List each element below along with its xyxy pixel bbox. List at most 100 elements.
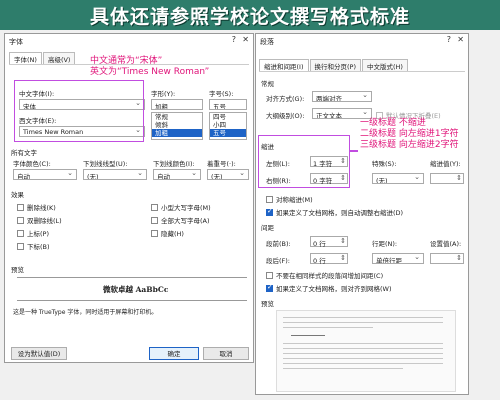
- preview-line: [283, 348, 443, 349]
- preview-line: [283, 368, 403, 369]
- space-after-label: 段后(F):: [266, 257, 291, 265]
- all-caps-checkbox[interactable]: 全部大写字母(A): [151, 215, 210, 225]
- indent-value-spinner[interactable]: [430, 173, 464, 184]
- size-option[interactable]: 四号: [210, 113, 246, 121]
- outline-level-label: 大纲级别(O):: [266, 112, 305, 120]
- preview-line: [283, 327, 373, 328]
- alignment-select[interactable]: 两端对齐: [312, 91, 372, 102]
- font-note-2: 英文为“Times New Roman”: [90, 67, 210, 77]
- font-annotation: 中文通常为“宋体” 英文为“Times New Roman”: [90, 56, 209, 78]
- close-icon[interactable]: ✕: [457, 35, 464, 44]
- special-label: 特殊(S):: [372, 160, 397, 168]
- hidden-checkbox[interactable]: 隐藏(H): [151, 228, 184, 238]
- checkbox-icon: [266, 283, 273, 292]
- help-icon[interactable]: ?: [447, 35, 451, 44]
- snap-to-grid-checkbox[interactable]: 如果定义了文档网格，则对齐到网格(W): [266, 283, 392, 293]
- checkbox-icon: [151, 229, 158, 237]
- alignment-label: 对齐方式(G):: [266, 95, 305, 103]
- para-preview-label: 预览: [261, 300, 274, 308]
- checkbox-label: 全部大写字母(A): [161, 217, 210, 225]
- font-color-select[interactable]: 自动: [13, 169, 77, 180]
- ok-button[interactable]: 确定: [149, 347, 199, 360]
- close-icon[interactable]: ✕: [242, 35, 249, 44]
- checkbox-label: 小型大写字母(M): [161, 204, 211, 212]
- underline-color-select[interactable]: 自动: [153, 169, 201, 180]
- preview-line: [283, 317, 443, 318]
- style-option[interactable]: 倾斜: [152, 121, 202, 129]
- strikethrough-checkbox[interactable]: 删除线(K): [17, 202, 56, 212]
- space-before-spinner[interactable]: 0 行: [310, 236, 348, 248]
- checkbox-icon: [17, 203, 24, 211]
- superscript-checkbox[interactable]: 上标(P): [17, 228, 49, 238]
- set-default-button[interactable]: 设为默认值(D): [11, 347, 67, 360]
- style-option[interactable]: 常规: [152, 113, 202, 121]
- font-dialog-title: 字体: [9, 38, 23, 46]
- para-dialog-title: 段落: [260, 38, 274, 46]
- indent-note-2: 二级标题 向左缩进1字符: [360, 129, 459, 139]
- checkbox-icon: [17, 229, 24, 237]
- checkbox-label: 删除线(K): [27, 204, 56, 212]
- small-caps-checkbox[interactable]: 小型大写字母(M): [151, 202, 211, 212]
- effects-label: 效果: [11, 191, 24, 199]
- checkbox-label: 下标(B): [27, 243, 50, 251]
- preview-line: [283, 363, 443, 364]
- mirror-indent-checkbox[interactable]: 对称缩进(M): [266, 194, 313, 204]
- preview-line: [283, 353, 443, 354]
- tab-divider: [259, 71, 465, 72]
- checkbox-icon: [266, 271, 273, 279]
- checkbox-icon: [151, 216, 158, 224]
- checkbox-icon: [17, 216, 24, 224]
- underline-select[interactable]: (无): [83, 169, 147, 180]
- checkbox-icon: [266, 195, 273, 203]
- style-option-selected[interactable]: 加粗: [152, 129, 202, 137]
- indent-note-1: 一级标题 不缩进: [360, 118, 426, 128]
- space-before-label: 段前(B):: [266, 240, 291, 248]
- space-after-spinner[interactable]: 0 行: [310, 253, 348, 265]
- preview-line: [283, 358, 443, 359]
- special-indent-select[interactable]: (无): [372, 173, 424, 184]
- setting-value-label: 设置值(A):: [430, 240, 462, 248]
- font-note-1: 中文通常为“宋体”: [90, 56, 163, 66]
- line-spacing-label: 行距(N):: [372, 240, 398, 248]
- emphasis-label: 着重号(·):: [207, 160, 236, 168]
- underline-label: 下划线线型(U):: [83, 160, 128, 168]
- all-text-label: 所有文字: [11, 149, 37, 157]
- auto-right-indent-checkbox[interactable]: 如果定义了文档网格，则自动调整右缩进(D): [266, 207, 403, 217]
- paragraph-dialog: 段落 ✕ ? 缩进和间距(I) 换行和分页(P) 中文版式(H) 常规 对齐方式…: [255, 33, 469, 395]
- style-label: 字形(Y):: [151, 90, 176, 98]
- font-preview-text: 微软卓越 AaBbCc: [103, 285, 169, 294]
- cancel-button[interactable]: 取消: [203, 347, 249, 360]
- annotation-connector: [350, 150, 358, 152]
- indent-annotation: 一级标题 不缩进 二级标题 向左缩进1字符 三级标题 向左缩进2字符: [360, 118, 459, 151]
- no-space-same-style-checkbox[interactable]: 不要在相同样式的段落间增加间距(C): [266, 270, 383, 280]
- checkbox-label: 双删除线(L): [27, 217, 62, 225]
- preview-line: [283, 322, 443, 323]
- line-spacing-select[interactable]: 单倍行距: [372, 253, 424, 264]
- banner: 具体还请参照学校论文撰写格式标准: [0, 0, 500, 30]
- help-icon[interactable]: ?: [232, 35, 236, 44]
- setting-value-spinner[interactable]: [430, 253, 464, 264]
- double-strikethrough-checkbox[interactable]: 双删除线(L): [17, 215, 62, 225]
- emphasis-select[interactable]: (无): [207, 169, 249, 180]
- checkbox-icon: [151, 203, 158, 211]
- checkbox-label: 隐藏(H): [161, 230, 184, 238]
- banner-title: 具体还请参照学校论文撰写格式标准: [89, 5, 410, 28]
- checkbox-label: 上标(P): [27, 230, 49, 238]
- style-list[interactable]: 常规 倾斜 加粗: [151, 112, 203, 140]
- font-color-label: 字体颜色(C):: [13, 160, 51, 168]
- size-list[interactable]: 四号 小四 五号: [209, 112, 247, 140]
- font-highlight-box: [14, 80, 144, 142]
- subscript-checkbox[interactable]: 下标(B): [17, 241, 50, 251]
- size-input[interactable]: 五号: [209, 99, 247, 110]
- size-option[interactable]: 小四: [210, 121, 246, 129]
- preview-label: 预览: [11, 266, 24, 274]
- underline-color-label: 下划线颜色(I):: [153, 160, 195, 168]
- checkbox-icon: [17, 242, 24, 250]
- checkbox-label: 不要在相同样式的段落间增加间距(C): [276, 272, 384, 280]
- style-input[interactable]: 加粗: [151, 99, 203, 110]
- preview-line: [291, 335, 325, 336]
- size-option-selected[interactable]: 五号: [210, 129, 246, 137]
- checkbox-label: 如果定义了文档网格，则自动调整右缩进(D): [276, 209, 404, 217]
- para-preview-box: [276, 310, 456, 392]
- preview-note: 这是一种 TrueType 字体，同时适用于屏幕和打印机。: [13, 309, 158, 316]
